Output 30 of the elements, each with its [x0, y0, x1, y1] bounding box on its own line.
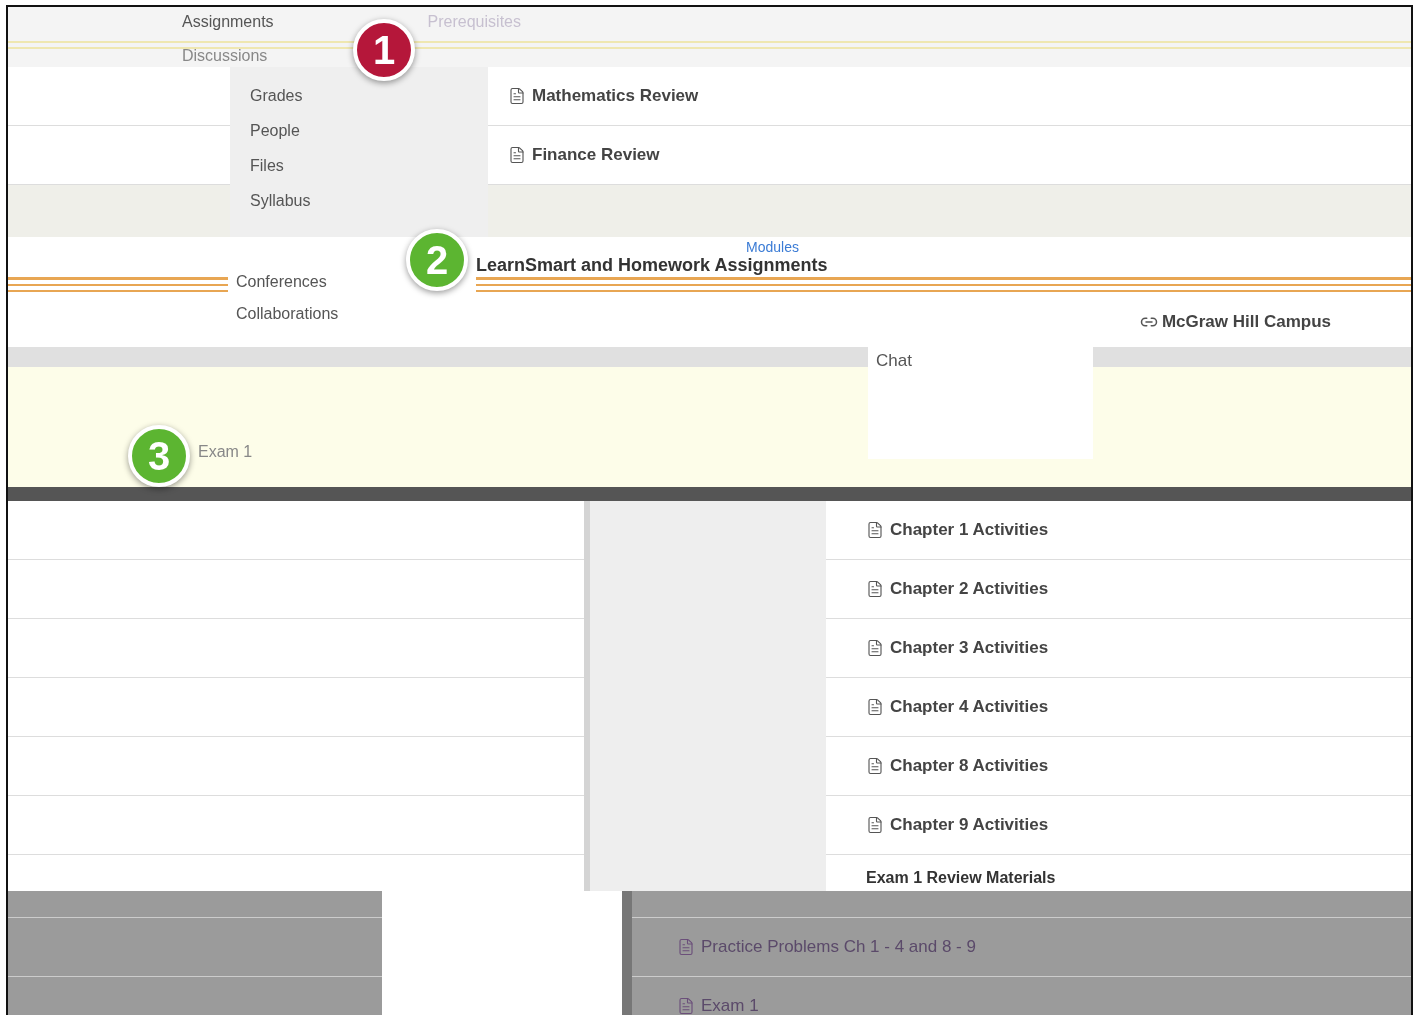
- document-icon: [866, 757, 884, 775]
- menu-item[interactable]: People: [230, 114, 488, 149]
- item-link[interactable]: Finance Review: [532, 145, 660, 165]
- module-title: Exam 1: [198, 443, 253, 461]
- menu-item[interactable]: Grades: [230, 79, 488, 114]
- document-icon: [866, 580, 884, 598]
- document-icon: [866, 816, 884, 834]
- item-link[interactable]: Chapter 3 Activities: [890, 638, 1049, 658]
- nav-link[interactable]: Assignments: [178, 13, 278, 31]
- menu-item[interactable]: Files: [230, 149, 488, 184]
- module-title: LearnSmart and Homework Assignments: [476, 255, 829, 276]
- item-link[interactable]: Chapter 8 Activities: [890, 756, 1049, 776]
- menu-item[interactable]: Syllabus: [230, 184, 488, 219]
- menu-item[interactable]: Chat: [876, 351, 912, 370]
- item-link[interactable]: Chapter 2 Activities: [890, 579, 1049, 599]
- menu-item[interactable]: Collaborations: [236, 305, 476, 323]
- module-title: Exam 1 Review Materials: [865, 868, 1057, 887]
- modules-link[interactable]: Modules: [746, 239, 1411, 255]
- document-icon: [866, 698, 884, 716]
- document-icon: [508, 146, 526, 164]
- document-icon: [866, 639, 884, 657]
- item-link[interactable]: Chapter 9 Activities: [890, 815, 1049, 835]
- document-icon: [866, 521, 884, 539]
- item-link[interactable]: Chapter 1 Activities: [890, 520, 1049, 540]
- document-icon: [508, 87, 526, 105]
- item-link[interactable]: Chapter 4 Activities: [890, 697, 1049, 717]
- external-link[interactable]: McGraw Hill Campus: [1161, 312, 1331, 332]
- item-link[interactable]: Mathematics Review: [532, 86, 699, 106]
- document-icon: [677, 997, 695, 1015]
- document-icon: [677, 938, 695, 956]
